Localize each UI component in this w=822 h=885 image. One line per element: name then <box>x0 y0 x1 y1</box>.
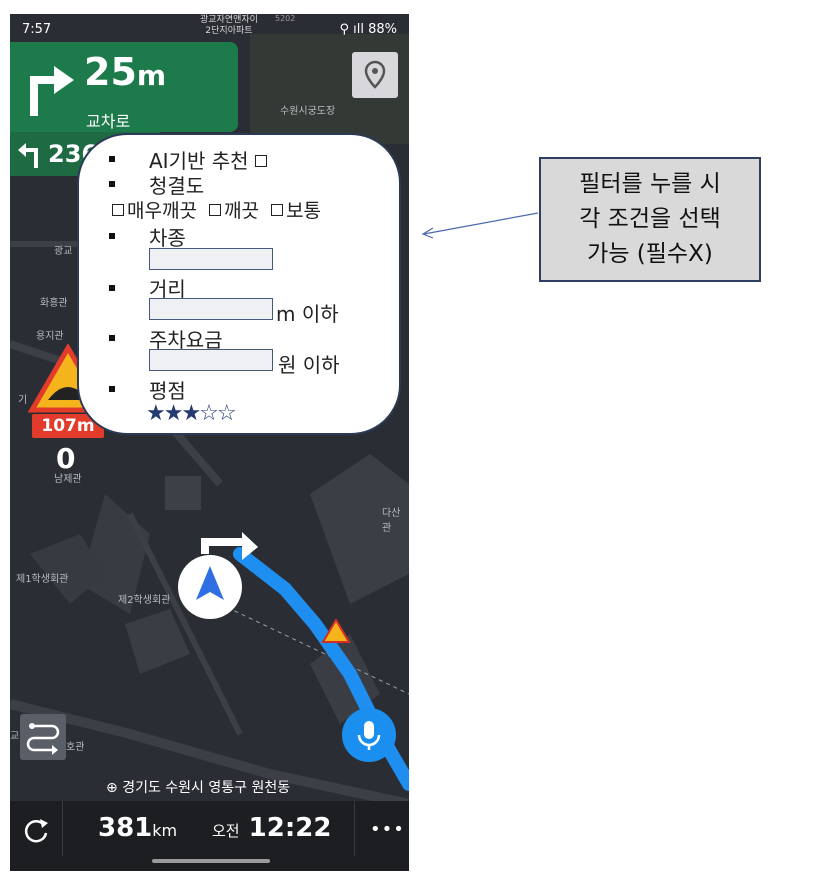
bullet <box>109 233 115 239</box>
callout-line: 각 조건을 선택 <box>579 206 721 232</box>
distance-input[interactable] <box>149 298 273 320</box>
bullet <box>109 285 115 291</box>
bullet <box>109 156 115 162</box>
cleanliness-options: 매우깨끗 깨끗 보통 <box>112 196 321 223</box>
bullet <box>109 335 115 341</box>
clean-opt-clean[interactable]: 깨끗 <box>209 200 259 222</box>
rating-label: 평점 <box>149 379 186 403</box>
clean-opt-normal[interactable]: 보통 <box>271 200 321 222</box>
fee-input[interactable] <box>149 349 273 371</box>
fee-suffix: 원 이하 <box>278 353 340 377</box>
bullet <box>109 181 115 187</box>
bullet <box>109 386 115 392</box>
distance-suffix: m 이하 <box>276 302 339 326</box>
filter-panel: AI기반 추천 청결도 매우깨끗 깨끗 보통 차종 거리 m 이하 주차요금 원… <box>77 133 401 435</box>
callout-line: 가능 (필수X) <box>587 241 713 267</box>
callout-line: 필터를 누를 시 <box>579 171 721 197</box>
car-type-label: 차종 <box>149 226 186 250</box>
annotation-callout: 필터를 누를 시 각 조건을 선택 가능 (필수X) <box>539 157 761 282</box>
clean-opt-very[interactable]: 매우깨끗 <box>112 200 197 222</box>
car-type-input[interactable] <box>149 248 273 270</box>
cleanliness-label: 청결도 <box>149 174 205 198</box>
rating-stars[interactable]: ★★★☆☆ <box>146 401 237 426</box>
ai-checkbox[interactable] <box>254 155 267 167</box>
